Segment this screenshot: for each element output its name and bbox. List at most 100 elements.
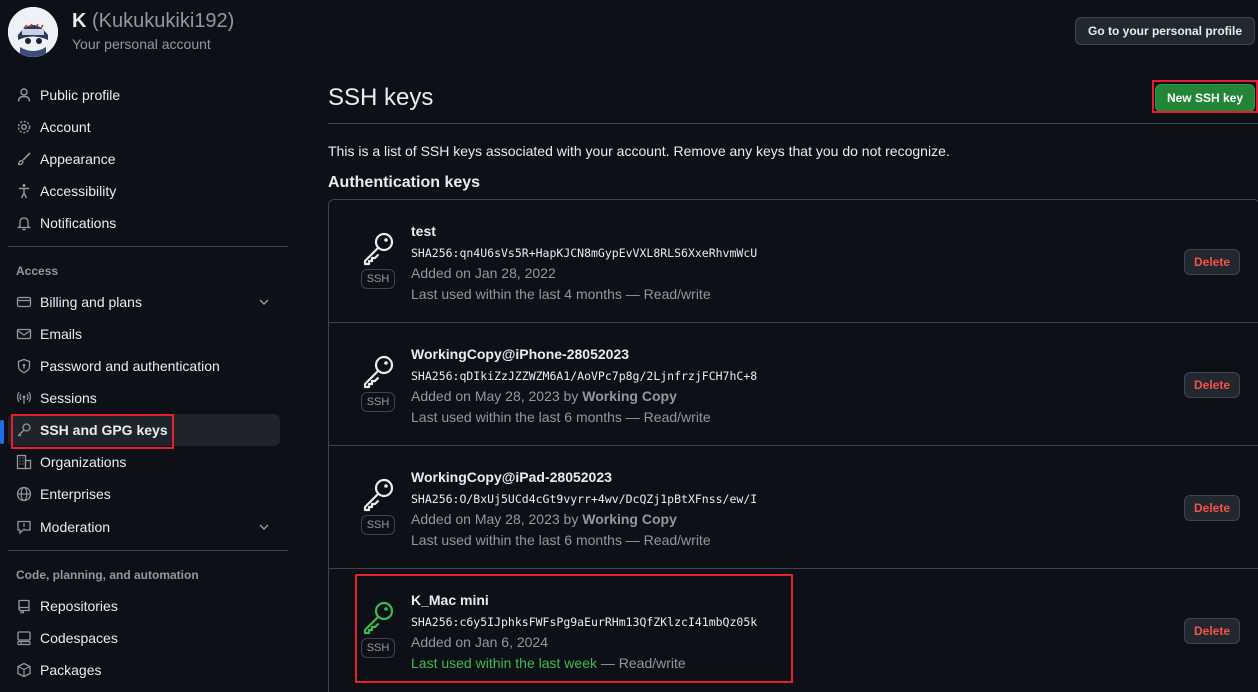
sidebar-item-billing[interactable]: Billing and plans (8, 286, 280, 318)
key-title: test (411, 223, 436, 239)
ssh-badge: SSH (361, 392, 395, 412)
avatar[interactable] (8, 7, 58, 57)
sidebar-item-label: Codespaces (40, 630, 118, 646)
key-fingerprint: SHA256:qn4U6sVs5R+HapKJCN8mGypEvVXL8RLS6… (411, 246, 758, 260)
key-title: WorkingCopy@iPad-28052023 (411, 469, 612, 485)
sidebar-item-account[interactable]: Account (8, 111, 280, 143)
delete-button[interactable]: Delete (1184, 249, 1240, 275)
sidebar-item-repositories[interactable]: Repositories (8, 590, 280, 622)
ssh-key-row: SSH test SHA256:qn4U6sVs5R+HapKJCN8mGypE… (329, 200, 1258, 323)
delete-button[interactable]: Delete (1184, 372, 1240, 398)
sidebar-item-label: Notifications (40, 215, 117, 231)
key-last-used-text: Last used within the last 4 months (411, 286, 622, 302)
key-access: — Read/write (621, 409, 711, 425)
credit-card-icon (16, 294, 32, 310)
intro-text: This is a list of SSH keys associated wi… (328, 143, 950, 159)
sidebar-item-label: Billing and plans (40, 294, 142, 310)
sidebar-heading-code: Code, planning, and automation (16, 568, 199, 582)
title-divider (328, 123, 1258, 124)
sidebar-item-password[interactable]: Password and authentication (8, 350, 280, 382)
sidebar-item-label: Accessibility (40, 183, 117, 199)
chevron-down-icon[interactable] (256, 519, 272, 535)
key-access: — Read/write (621, 286, 711, 302)
sidebar-item-enterprises[interactable]: Enterprises (8, 478, 280, 510)
highlight-box (1152, 80, 1258, 113)
sidebar-item-accessibility[interactable]: Accessibility (8, 175, 280, 207)
report-icon (16, 519, 32, 535)
sidebar-item-label: Sessions (40, 390, 97, 406)
highlight-box (355, 574, 793, 683)
account-login: (Kukukukiki192) (92, 10, 235, 32)
shield-lock-icon (16, 358, 32, 374)
accessibility-icon (16, 183, 32, 199)
bell-icon (16, 215, 32, 231)
sidebar-item-packages[interactable]: Packages (8, 654, 280, 686)
sidebar-item-emails[interactable]: Emails (8, 318, 280, 350)
key-icon (361, 230, 397, 266)
person-icon (16, 87, 32, 103)
key-last-used: Last used within the last 4 months — Rea… (411, 286, 711, 302)
sidebar-item-label: Password and authentication (40, 358, 220, 374)
sidebar-item-label: Moderation (40, 519, 111, 535)
sidebar-item-public-profile[interactable]: Public profile (8, 79, 280, 111)
broadcast-icon (16, 390, 32, 406)
key-fingerprint: SHA256:O/BxUj5UCd4cGt9vyrr+4wv/DcQZj1pBt… (411, 492, 758, 506)
key-added-text: Added on May 28, 2023 by (411, 388, 583, 404)
sidebar-item-label: Emails (40, 326, 83, 342)
sidebar-item-label: Account (40, 119, 91, 135)
key-access: — Read/write (621, 532, 711, 548)
sidebar-item-codespaces[interactable]: Codespaces (8, 622, 280, 654)
paintbrush-icon (16, 151, 32, 167)
sidebar-item-label: Enterprises (40, 486, 111, 502)
account-subtitle: Your personal account (72, 36, 211, 52)
account-display-name: K (72, 10, 87, 32)
key-added-by: Working Copy (582, 511, 677, 527)
sidebar-item-appearance[interactable]: Appearance (8, 143, 280, 175)
sidebar-divider (8, 550, 288, 551)
codespaces-icon (16, 630, 32, 646)
gear-icon (16, 119, 32, 135)
key-title: WorkingCopy@iPhone-28052023 (411, 346, 630, 362)
sidebar-item-label: Packages (40, 662, 102, 678)
key-last-used-text: Last used within the last 6 months (411, 532, 622, 548)
sidebar-item-notifications[interactable]: Notifications (8, 207, 280, 239)
page-title: SSH keys (328, 84, 434, 111)
delete-button[interactable]: Delete (1184, 495, 1240, 521)
key-icon (361, 476, 397, 512)
section-heading: Authentication keys (328, 174, 481, 191)
sidebar-item-sessions[interactable]: Sessions (8, 382, 280, 414)
key-added-date: Added on Jan 28, 2022 (411, 265, 556, 281)
sidebar-heading-access: Access (16, 264, 59, 278)
account-name: K (Kukukukiki192) (72, 10, 234, 33)
key-added-text: Added on May 28, 2023 by (411, 511, 583, 527)
mail-icon (16, 326, 32, 342)
package-icon (16, 662, 32, 678)
delete-button[interactable]: Delete (1184, 618, 1240, 644)
repo-icon (16, 598, 32, 614)
chevron-down-icon[interactable] (256, 294, 272, 310)
ssh-badge: SSH (361, 269, 395, 289)
key-last-used: Last used within the last 6 months — Rea… (411, 532, 711, 548)
sidebar-item-organizations[interactable]: Organizations (8, 446, 280, 478)
key-last-used: Last used within the last 6 months — Rea… (411, 409, 711, 425)
sidebar-item-label: Appearance (40, 151, 116, 167)
sidebar-item-label: Repositories (40, 598, 118, 614)
ssh-key-row: SSH WorkingCopy@iPhone-28052023 SHA256:q… (329, 323, 1258, 446)
globe-icon (16, 486, 32, 502)
key-added-text: Added on Jan 28, 2022 (411, 265, 556, 281)
key-added-by: Working Copy (582, 388, 677, 404)
sidebar-divider (8, 246, 288, 247)
sidebar-item-moderation[interactable]: Moderation (8, 511, 280, 543)
ssh-key-row: SSH WorkingCopy@iPad-28052023 SHA256:O/B… (329, 446, 1258, 569)
sidebar-item-label: Organizations (40, 454, 127, 470)
key-fingerprint: SHA256:qDIkiZzJZZWZM6A1/AoVPc7p8g/2Ljnfr… (411, 369, 758, 383)
key-last-used-text: Last used within the last 6 months (411, 409, 622, 425)
go-to-profile-button[interactable]: Go to your personal profile (1075, 17, 1255, 45)
ssh-badge: SSH (361, 515, 395, 535)
active-indicator (0, 420, 4, 444)
key-added-date: Added on May 28, 2023 by Working Copy (411, 388, 677, 404)
organization-icon (16, 454, 32, 470)
highlight-box (11, 414, 174, 449)
key-added-date: Added on May 28, 2023 by Working Copy (411, 511, 677, 527)
key-icon (361, 353, 397, 389)
